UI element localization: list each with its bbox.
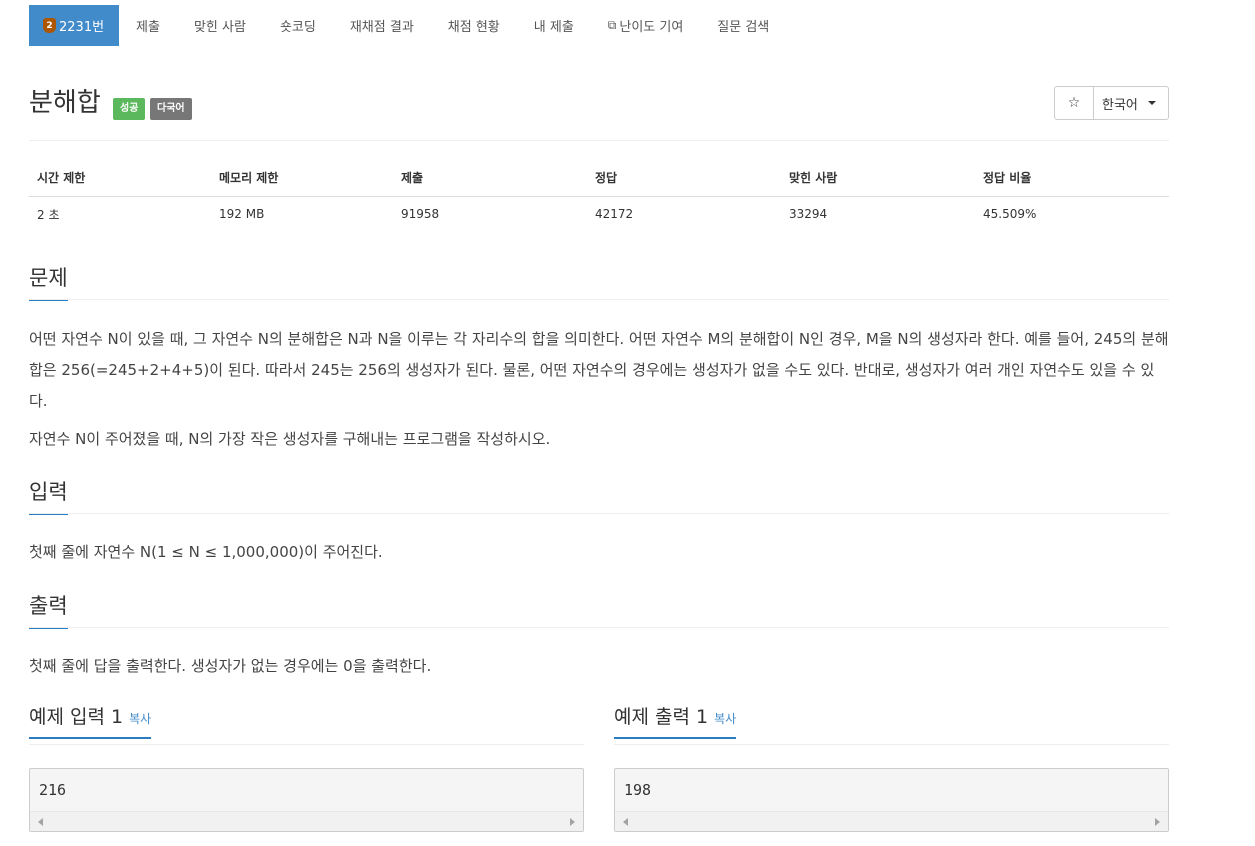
page-title: 분해합 [29,88,101,118]
problem-info-table: 시간 제한 메모리 제한 제출 정답 맞힌 사람 정답 비율 2 초 192 M… [29,160,1169,232]
tab-my-submissions[interactable]: 내 제출 [517,5,591,46]
tab-difficulty-contribution[interactable]: ⧉ 난이도 기여 [591,5,701,46]
tab-question-search[interactable]: 질문 검색 [700,5,786,46]
section-divider [29,299,1169,300]
scroll-left-icon[interactable] [623,818,628,826]
title-divider [29,140,1169,141]
title-button-group: ☆ 한국어 [1054,86,1169,120]
info-value-row: 2 초 192 MB 91958 42172 33294 45.509% [29,196,1169,232]
scroll-right-icon[interactable] [570,818,575,826]
sample-input-value: 216 [39,781,67,799]
star-icon: ☆ [1067,95,1081,111]
multilang-badge: 다국어 [150,98,192,120]
header-solved-users: 맞힌 사람 [781,160,975,197]
favorite-button[interactable]: ☆ [1054,86,1094,120]
sample-output-section: 예제 출력 1 복사 198 [614,702,1169,832]
input-section-header: 입력 [29,476,1169,515]
copy-sample-output-button[interactable]: 복사 [714,712,736,726]
language-select[interactable]: 한국어 [1094,86,1169,120]
tab-solved-users[interactable]: 맞힌 사람 [177,5,263,46]
header-memory-limit: 메모리 제한 [211,160,393,197]
tab-problem-label: 2231번 [59,20,105,35]
copy-sample-input-button[interactable]: 복사 [129,712,151,726]
problem-title-row: 분해합 성공 다국어 ☆ 한국어 [29,86,1169,126]
description-paragraph-1: 어떤 자연수 N이 있을 때, 그 자연수 N의 분해합은 N과 N을 이루는 … [29,330,1169,410]
value-time-limit: 2 초 [37,207,60,222]
status-badge: 성공 [113,98,146,120]
output-heading: 출력 [29,590,68,629]
problem-nav-tabs: 2 2231번 제출 맞힌 사람 숏코딩 재채점 결과 채점 현황 내 제출 ⧉… [29,5,786,46]
sample-output-title: 예제 출력 1 [614,706,709,728]
horizontal-scrollbar[interactable] [30,811,583,831]
info-header-row: 시간 제한 메모리 제한 제출 정답 맞힌 사람 정답 비율 [29,160,1169,197]
value-accepted: 42172 [595,207,634,222]
output-description: 첫째 줄에 답을 출력한다. 생성자가 없는 경우에는 0을 출력한다. [29,657,432,675]
tab-problem[interactable]: 2 2231번 [29,5,120,46]
sample-input-section: 예제 입력 1 복사 216 [29,702,584,832]
section-divider [614,744,1169,745]
tab-rejudge-results[interactable]: 재채점 결과 [333,5,431,46]
header-accept-ratio: 정답 비율 [975,160,1169,197]
scroll-left-icon[interactable] [38,818,43,826]
header-submissions: 제출 [393,160,587,197]
header-accepted: 정답 [587,160,781,197]
language-select-value: 한국어 [1102,97,1138,113]
section-divider [29,627,1169,628]
tab-difficulty-label: 난이도 기여 [619,20,684,35]
value-submissions: 91958 [401,207,440,222]
sample-input-heading: 예제 입력 1 복사 [29,702,152,739]
description-paragraph-2: 자연수 N이 주어졌을 때, N의 가장 작은 생성자를 구해내는 프로그램을 … [29,430,551,448]
sample-output-value: 198 [624,781,652,799]
input-heading: 입력 [29,476,68,515]
scroll-right-icon[interactable] [1155,818,1160,826]
section-divider [29,744,584,745]
tab-submit[interactable]: 제출 [119,5,177,46]
section-divider [29,513,1169,514]
sample-input-box[interactable]: 216 [29,768,584,832]
output-section-header: 출력 [29,590,1169,629]
tab-judge-status[interactable]: 채점 현황 [431,5,517,46]
caret-down-icon [1147,101,1156,105]
sample-input-title: 예제 입력 1 [29,706,124,728]
external-link-icon: ⧉ [607,18,617,32]
value-solved-users: 33294 [789,207,828,222]
horizontal-scrollbar[interactable] [615,811,1168,831]
value-accept-ratio: 45.509% [983,207,1037,222]
input-description: 첫째 줄에 자연수 N(1 ≤ N ≤ 1,000,000)이 주어진다. [29,543,383,561]
sample-output-heading: 예제 출력 1 복사 [614,702,737,739]
header-time-limit: 시간 제한 [29,160,211,197]
tier-badge-icon: 2 [43,18,56,33]
description-heading: 문제 [29,262,68,301]
description-section-header: 문제 [29,262,1169,301]
value-memory-limit: 192 MB [219,207,265,222]
tab-short-coding[interactable]: 숏코딩 [263,5,333,46]
sample-output-box[interactable]: 198 [614,768,1169,832]
